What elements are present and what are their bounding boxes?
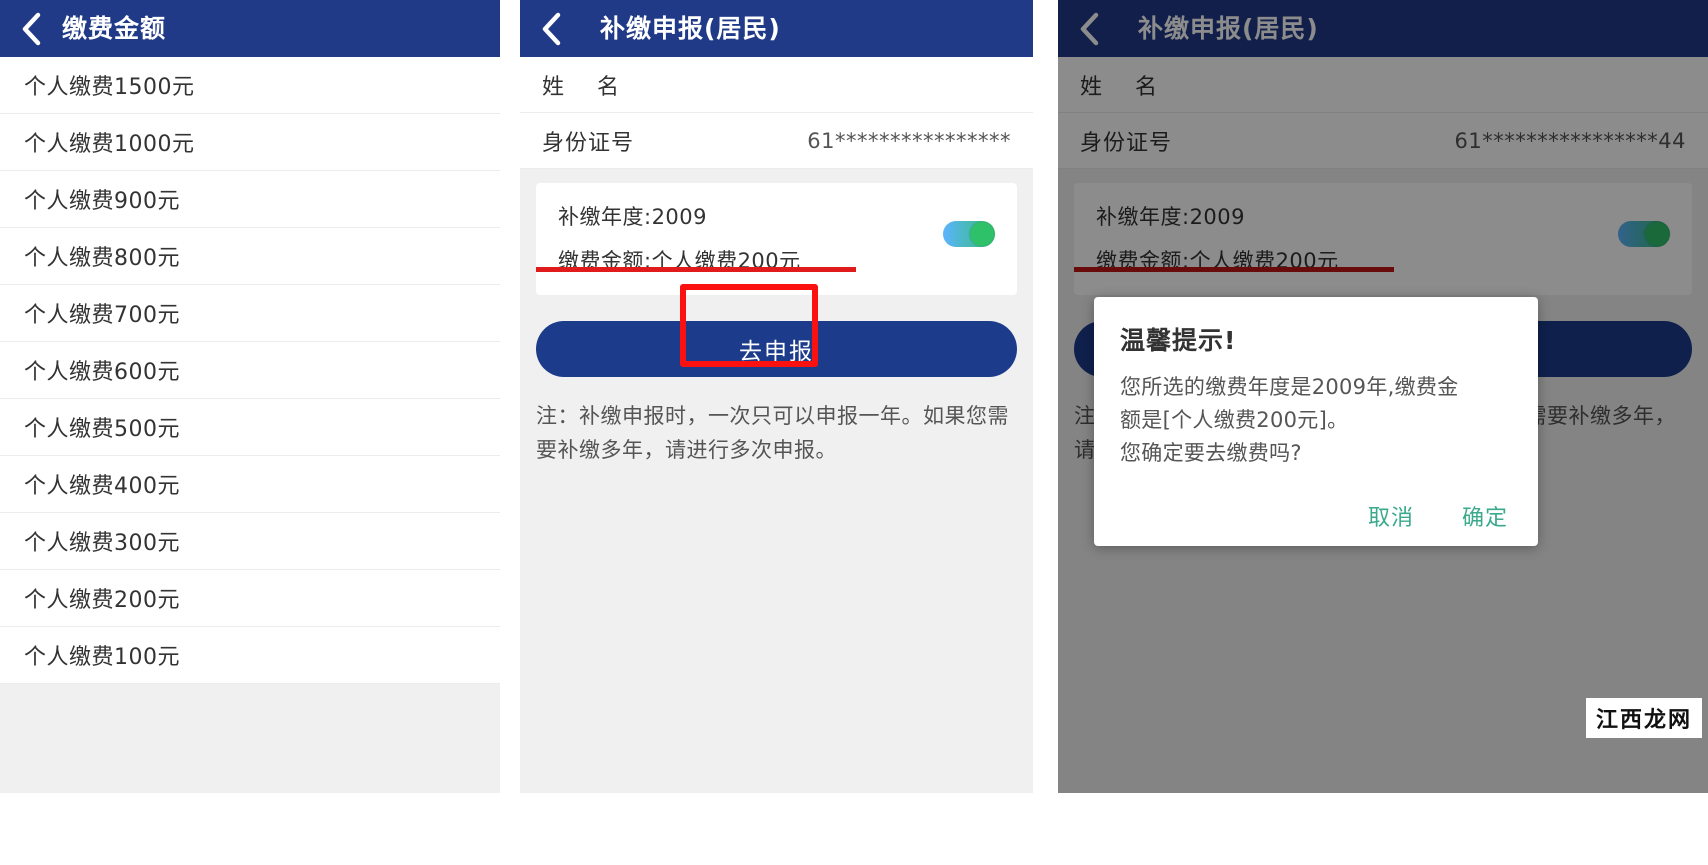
go-declare-highlight-annotation [680,284,818,367]
left-phone-panel: 缴费金额 个人缴费1500元 个人缴费1000元 个人缴费900元 个人缴费80… [0,0,500,793]
id-label: 身份证号 [542,130,635,156]
chevron-left-icon [22,12,41,45]
selection-toggle[interactable] [943,221,995,247]
list-item[interactable]: 个人缴费1000元 [0,114,500,171]
middle-phone-panel: 补缴申报(居民) 姓 名 身份证号 61**************** 补缴年… [520,0,1033,793]
card-underline-annotation [536,267,856,272]
page-title: 补缴申报(居民) [1138,14,1319,43]
toggle-knob [970,222,994,246]
name-label: 姓 名 [542,74,620,100]
note-text: 注：补缴申报时，一次只可以申报一年。如果您需要补缴多年，请进行多次申报。 [536,404,1009,462]
dialog-actions: 取消 确定 [1120,500,1512,532]
dialog-message-line-3: 您确定要去缴费吗? [1120,441,1302,465]
selection-card-lines: 补缴年度:2009 缴费金额:个人缴费200元 [1096,201,1339,275]
screenshot-root: 缴费金额 个人缴费1500元 个人缴费1000元 个人缴费900元 个人缴费80… [0,0,1708,865]
middle-navbar: 补缴申报(居民) [520,0,1033,57]
name-label: 姓 名 [1080,74,1158,100]
id-value: 61**************** [807,128,1011,153]
payback-year-line: 补缴年度:2009 [1096,205,1246,229]
id-label: 身份证号 [1080,130,1173,156]
id-row: 身份证号 61**************** [520,113,1033,169]
dialog-message: 您所选的缴费年度是2009年,缴费金 额是[个人缴费200元]。 您确定要去缴费… [1120,371,1512,470]
payment-amount-list: 个人缴费1500元 个人缴费1000元 个人缴费900元 个人缴费800元 个人… [0,57,500,793]
list-item[interactable]: 个人缴费400元 [0,456,500,513]
back-button[interactable] [520,0,582,57]
selection-toggle[interactable] [1618,221,1670,247]
chevron-left-icon [542,12,561,45]
page-title: 缴费金额 [62,14,167,43]
selection-card[interactable]: 补缴年度:2009 缴费金额:个人缴费200元 [1074,183,1692,295]
right-phone-panel: 补缴申报(居民) 姓 名 身份证号 61****************44 补… [1058,0,1708,793]
cancel-button[interactable]: 取消 [1368,500,1414,532]
list-item[interactable]: 个人缴费600元 [0,342,500,399]
name-row: 姓 名 [1058,57,1708,113]
list-item[interactable]: 个人缴费100元 [0,627,500,684]
list-item[interactable]: 个人缴费1500元 [0,57,500,114]
list-item[interactable]: 个人缴费900元 [0,171,500,228]
card-underline-annotation [1074,267,1394,272]
back-button[interactable] [1058,0,1120,57]
list-item[interactable]: 个人缴费200元 [0,570,500,627]
confirm-button[interactable]: 确定 [1462,500,1508,532]
left-navbar: 缴费金额 [0,0,500,57]
dialog-title: 温馨提示! [1120,326,1237,355]
chevron-left-icon [1080,12,1099,45]
payback-year-line: 补缴年度:2009 [558,205,708,229]
id-value: 61****************44 [1454,128,1686,153]
name-row: 姓 名 [520,57,1033,113]
list-item[interactable]: 个人缴费500元 [0,399,500,456]
page-title: 补缴申报(居民) [600,14,781,43]
dialog-message-line-1: 您所选的缴费年度是2009年,缴费金 [1120,375,1459,399]
right-navbar: 补缴申报(居民) [1058,0,1708,57]
confirm-dialog: 温馨提示! 您所选的缴费年度是2009年,缴费金 额是[个人缴费200元]。 您… [1094,297,1538,546]
watermark: 江西龙网 [1585,698,1702,738]
selection-card-lines: 补缴年度:2009 缴费金额:个人缴费200元 [558,201,801,275]
toggle-knob [1645,222,1669,246]
back-button[interactable] [0,0,62,57]
selection-card[interactable]: 补缴年度:2009 缴费金额:个人缴费200元 [536,183,1017,295]
dialog-message-line-2: 额是[个人缴费200元]。 [1120,408,1349,432]
id-row: 身份证号 61****************44 [1058,113,1708,169]
list-item[interactable]: 个人缴费800元 [0,228,500,285]
list-item[interactable]: 个人缴费700元 [0,285,500,342]
list-item[interactable]: 个人缴费300元 [0,513,500,570]
list-bottom-space [0,684,500,793]
